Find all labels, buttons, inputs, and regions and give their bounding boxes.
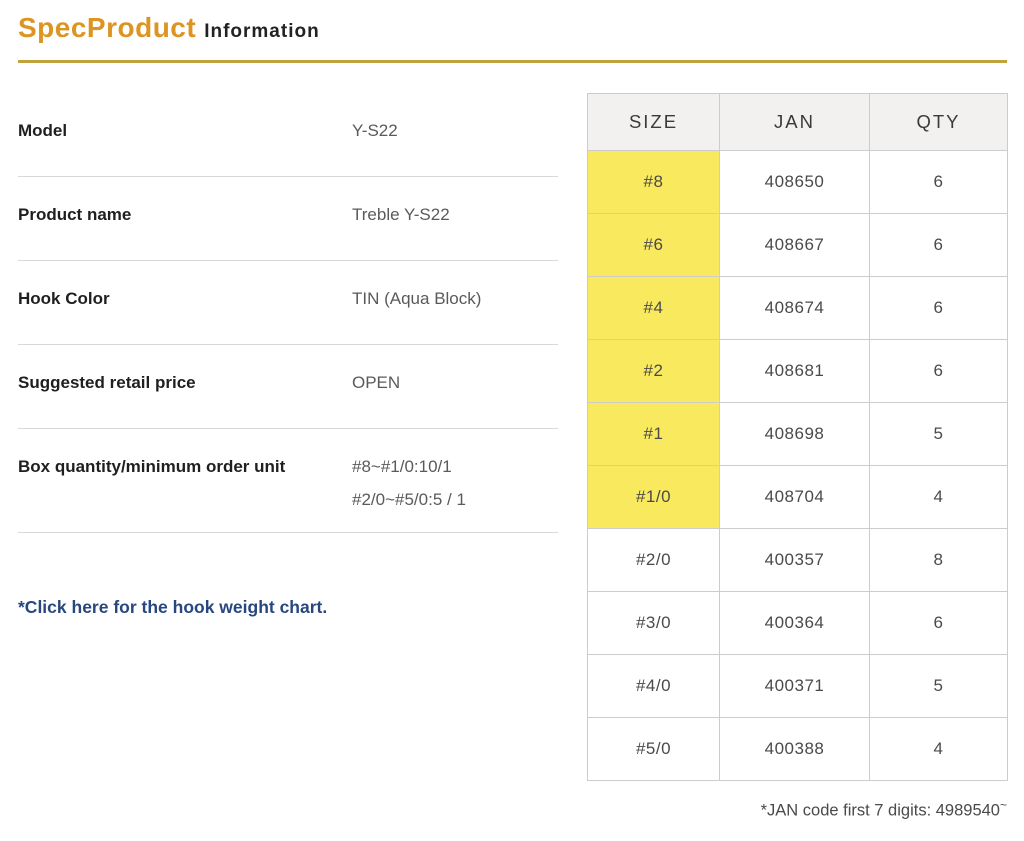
table-row: #1/04087044 xyxy=(588,466,1008,529)
spec-value: OPEN xyxy=(352,366,400,399)
jan-cell: 400357 xyxy=(720,529,870,592)
size-cell: #8 xyxy=(588,151,720,214)
qty-cell: 6 xyxy=(870,151,1008,214)
spec-label: Model xyxy=(18,119,352,147)
jan-cell: 408704 xyxy=(720,466,870,529)
table-row: #14086985 xyxy=(588,403,1008,466)
spec-label: Hook Color xyxy=(18,287,352,315)
spec-value: Y-S22 xyxy=(352,114,398,147)
spec-value: TIN (Aqua Block) xyxy=(352,282,481,315)
spec-label: Suggested retail price xyxy=(18,371,352,399)
jan-cell: 408698 xyxy=(720,403,870,466)
spec-column: ModelY-S22Product nameTreble Y-S22Hook C… xyxy=(18,93,558,618)
table-row: #64086676 xyxy=(588,214,1008,277)
size-cell: #1 xyxy=(588,403,720,466)
size-cell: #4 xyxy=(588,277,720,340)
jan-cell: 408667 xyxy=(720,214,870,277)
content-area: ModelY-S22Product nameTreble Y-S22Hook C… xyxy=(18,93,1007,821)
qty-cell: 5 xyxy=(870,655,1008,718)
qty-cell: 6 xyxy=(870,214,1008,277)
jan-cell: 400364 xyxy=(720,592,870,655)
table-row: #4/04003715 xyxy=(588,655,1008,718)
size-cell: #2/0 xyxy=(588,529,720,592)
table-row: #44086746 xyxy=(588,277,1008,340)
qty-cell: 6 xyxy=(870,277,1008,340)
spec-value-line: TIN (Aqua Block) xyxy=(352,282,481,315)
size-cell: #4/0 xyxy=(588,655,720,718)
jan-code-footnote: *JAN code first 7 digits: 4989540~ xyxy=(587,798,1007,821)
spec-row: Product nameTreble Y-S22 xyxy=(18,177,558,261)
jan-code-footnote-text: *JAN code first 7 digits: 4989540 xyxy=(761,802,1000,820)
hook-weight-chart-link[interactable]: *Click here for the hook weight chart. xyxy=(18,597,327,618)
title-divider-rule xyxy=(18,60,1007,63)
spec-value-line: #8~#1/0:10/1 xyxy=(352,450,466,483)
qty-cell: 4 xyxy=(870,466,1008,529)
spec-row: Hook ColorTIN (Aqua Block) xyxy=(18,261,558,345)
jan-column-header: JAN xyxy=(720,94,870,151)
qty-cell: 6 xyxy=(870,340,1008,403)
spec-row: Box quantity/minimum order unit#8~#1/0:1… xyxy=(18,429,558,533)
spec-label: Box quantity/minimum order unit xyxy=(18,455,352,516)
spec-list: ModelY-S22Product nameTreble Y-S22Hook C… xyxy=(18,93,558,533)
jan-cell: 400388 xyxy=(720,718,870,781)
jan-cell: 400371 xyxy=(720,655,870,718)
qty-cell: 5 xyxy=(870,403,1008,466)
table-row: #24086816 xyxy=(588,340,1008,403)
qty-cell: 6 xyxy=(870,592,1008,655)
table-header-row: SIZE JAN QTY xyxy=(588,94,1008,151)
jan-code-footnote-tilde: ~ xyxy=(1000,798,1007,812)
table-row: #2/04003578 xyxy=(588,529,1008,592)
spec-row: Suggested retail priceOPEN xyxy=(18,345,558,429)
jan-cell: 408681 xyxy=(720,340,870,403)
size-jan-qty-table: SIZE JAN QTY #84086506#64086676#44086746… xyxy=(587,93,1008,781)
size-table-column: SIZE JAN QTY #84086506#64086676#44086746… xyxy=(587,93,1007,821)
size-cell: #6 xyxy=(588,214,720,277)
size-cell: #5/0 xyxy=(588,718,720,781)
jan-cell: 408674 xyxy=(720,277,870,340)
size-cell: #1/0 xyxy=(588,466,720,529)
spec-value: #8~#1/0:10/1#2/0~#5/0:5 / 1 xyxy=(352,450,466,516)
page-title-rest: Information xyxy=(204,16,320,48)
spec-value-line: #2/0~#5/0:5 / 1 xyxy=(352,483,466,516)
page-title: SpecProduct Information xyxy=(18,12,1007,48)
qty-cell: 8 xyxy=(870,529,1008,592)
qty-column-header: QTY xyxy=(870,94,1008,151)
table-row: #5/04003884 xyxy=(588,718,1008,781)
table-row: #84086506 xyxy=(588,151,1008,214)
spec-value: Treble Y-S22 xyxy=(352,198,450,231)
table-row: #3/04003646 xyxy=(588,592,1008,655)
jan-cell: 408650 xyxy=(720,151,870,214)
size-cell: #3/0 xyxy=(588,592,720,655)
size-cell: #2 xyxy=(588,340,720,403)
qty-cell: 4 xyxy=(870,718,1008,781)
spec-value-line: Y-S22 xyxy=(352,114,398,147)
page-title-accent: SpecProduct xyxy=(18,12,196,44)
spec-row: ModelY-S22 xyxy=(18,93,558,177)
product-spec-page: SpecProduct Information ModelY-S22Produc… xyxy=(0,0,1024,841)
spec-value-line: OPEN xyxy=(352,366,400,399)
spec-value-line: Treble Y-S22 xyxy=(352,198,450,231)
size-column-header: SIZE xyxy=(588,94,720,151)
spec-label: Product name xyxy=(18,203,352,231)
size-table-body: #84086506#64086676#44086746#24086816#140… xyxy=(588,151,1008,781)
